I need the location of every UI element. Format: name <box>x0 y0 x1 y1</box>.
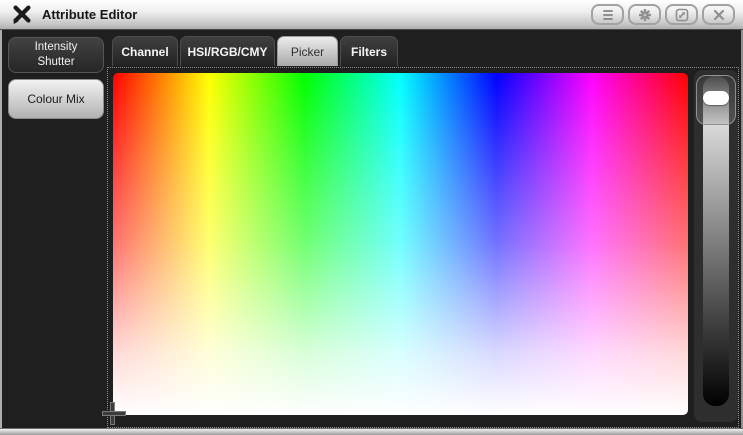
tab-picker[interactable]: Picker <box>277 36 338 66</box>
settings-button[interactable] <box>628 4 661 25</box>
tab-label: Filters <box>350 44 387 59</box>
resize-button[interactable] <box>665 4 698 25</box>
sidebar-item-intensity-shutter[interactable]: Intensity Shutter <box>8 37 104 73</box>
value-slider-thumb[interactable] <box>696 75 736 125</box>
window-frame-bottom[interactable] <box>0 428 743 435</box>
app-logo-icon <box>13 5 31 24</box>
close-icon <box>713 9 724 20</box>
hamburger-icon <box>602 9 613 20</box>
titlebar[interactable]: Attribute Editor <box>0 0 743 30</box>
titlebar-controls <box>591 4 735 25</box>
close-button[interactable] <box>702 4 735 25</box>
tab-channel[interactable]: Channel <box>112 36 178 66</box>
gear-icon <box>638 8 651 21</box>
attribute-editor-window: Attribute Editor Intensity Shutter Colou… <box>0 0 743 435</box>
tab-label: HSI/RGB/CMY <box>187 44 268 59</box>
value-slider-track[interactable] <box>703 76 729 406</box>
resize-diagonal-icon <box>675 8 688 21</box>
sidebar-item-label: Intensity Shutter <box>34 41 78 68</box>
menu-button[interactable] <box>591 4 624 25</box>
color-gradient-area[interactable] <box>113 73 688 415</box>
window-title: Attribute Editor <box>42 7 138 22</box>
tab-filters[interactable]: Filters <box>340 36 398 66</box>
window-frame-left <box>0 30 2 435</box>
sidebar-item-label: Colour Mix <box>27 92 85 106</box>
tab-hsi-rgb-cmy[interactable]: HSI/RGB/CMY <box>180 36 275 66</box>
color-cursor-crosshair[interactable] <box>102 411 126 416</box>
slider-thumb-grip <box>703 91 729 105</box>
tab-label: Picker <box>290 44 325 59</box>
tab-label: Channel <box>121 44 169 59</box>
sidebar-item-colour-mix[interactable]: Colour Mix <box>8 79 104 119</box>
